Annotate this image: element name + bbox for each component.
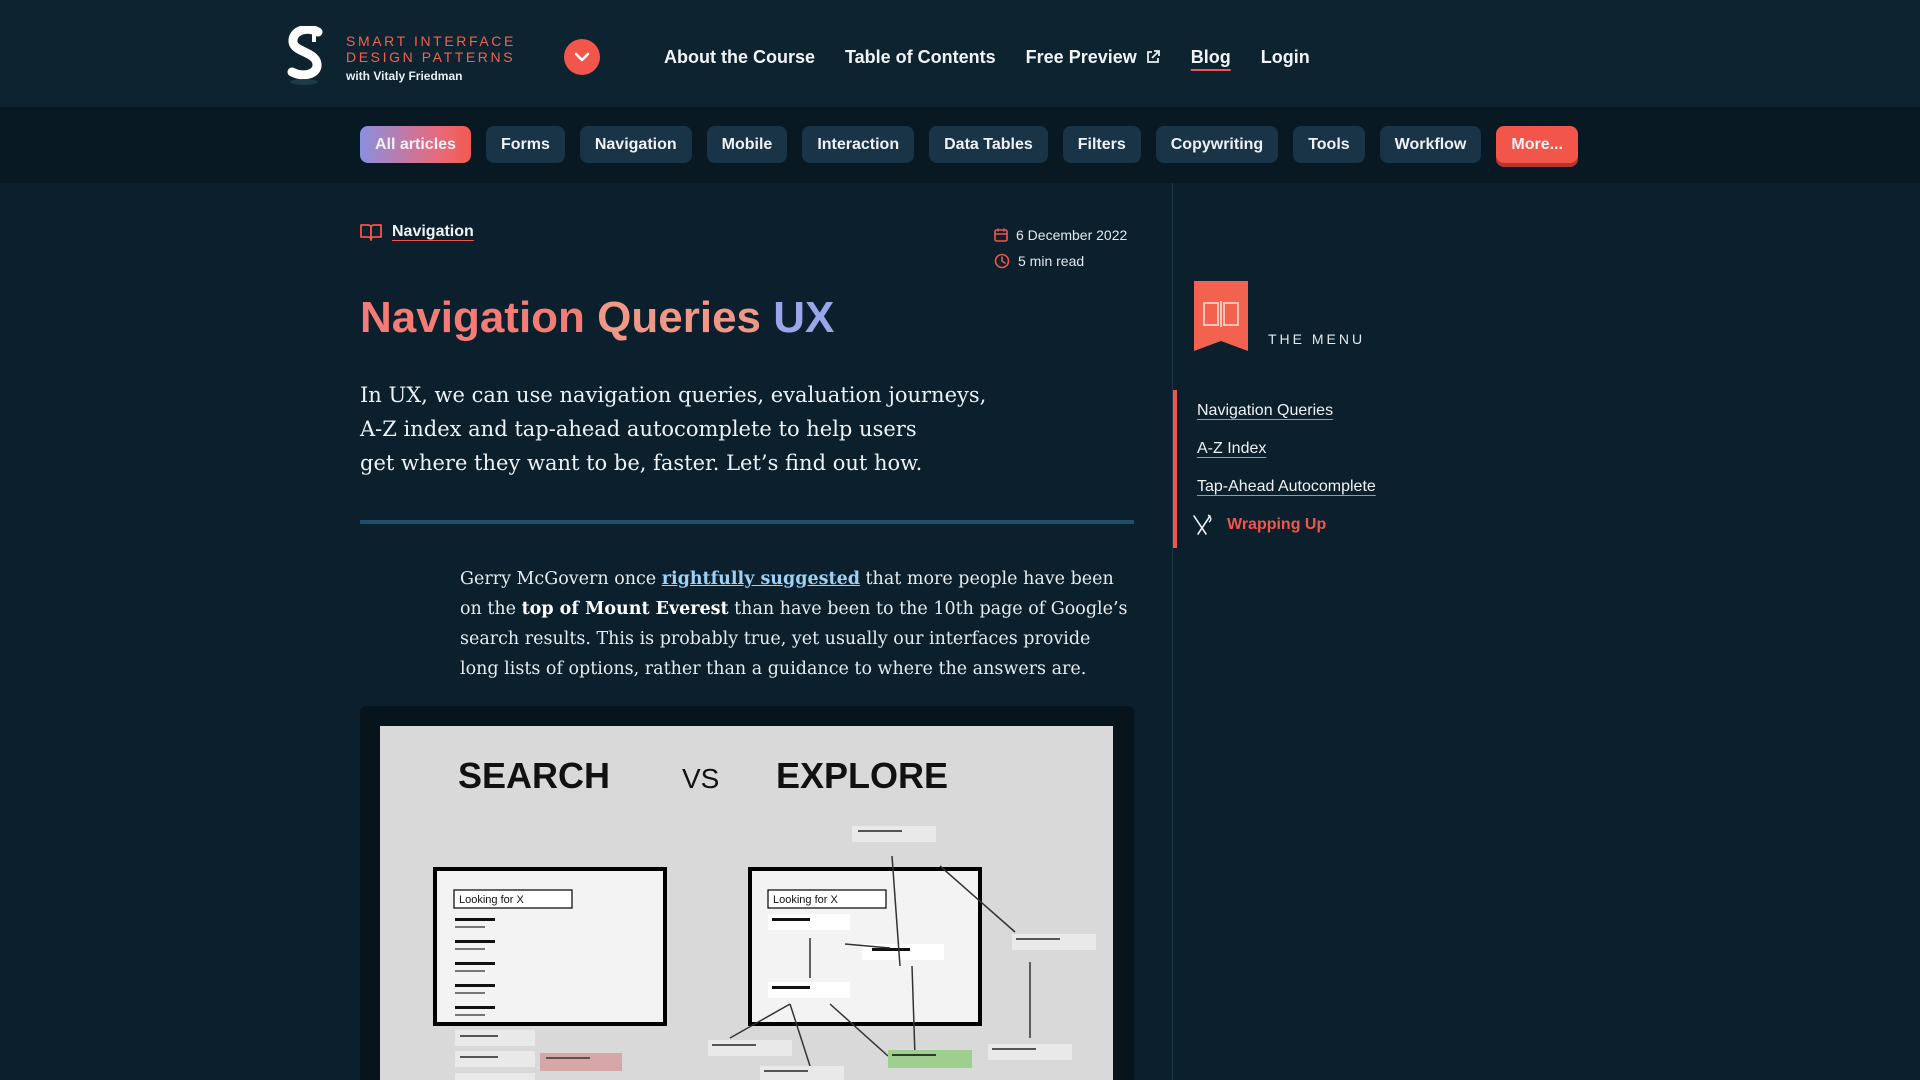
lead-line-1: In UX, we can use navigation queries, ev… — [360, 383, 987, 407]
fig-explore-label: EXPLORE — [776, 755, 948, 796]
fig-explore-field: Looking for X — [773, 894, 838, 906]
article-title: Navigation Queries UX — [360, 290, 834, 346]
para-bold-text: top of Mount Everest — [521, 599, 729, 619]
para-text: Gerry McGovern once — [460, 569, 662, 589]
fig-search-field: Looking for X — [459, 894, 524, 906]
category-bar: All articles Forms Navigation Mobile Int… — [0, 107, 1920, 183]
nav-toc[interactable]: Table of Contents — [845, 46, 996, 68]
para-line-4: long lists of options, rather than a gui… — [460, 659, 1087, 679]
category-filters[interactable]: Filters — [1062, 126, 1141, 163]
category-more-button[interactable]: More... — [1496, 126, 1578, 163]
toc-item-az-index[interactable]: A-Z Index — [1177, 430, 1433, 468]
fig-search-label: SEARCH — [458, 755, 610, 796]
nav-blog[interactable]: Blog — [1191, 46, 1231, 68]
nav-login[interactable]: Login — [1261, 46, 1310, 68]
main-nav: About the Course Table of Contents Free … — [664, 46, 1310, 68]
fig-vs-label: VS — [682, 763, 719, 794]
article-lead: In UX, we can use navigation queries, ev… — [360, 378, 1000, 480]
search-vs-explore-illustration: SEARCH VS EXPLORE Looking for X Looking … — [380, 726, 1113, 1080]
logo-s-icon — [284, 24, 330, 86]
logo-line-2: DESIGN PATTERNS — [346, 49, 516, 65]
nav-about-label: About the Course — [664, 47, 815, 67]
para-text: than have been to the 10th page of Googl… — [728, 599, 1128, 619]
nav-login-label: Login — [1260, 47, 1310, 67]
utensils-icon — [1193, 514, 1212, 535]
lead-line-3: get where they want to be, faster. Let’s… — [360, 451, 923, 475]
category-tools[interactable]: Tools — [1293, 126, 1365, 163]
sidebar-divider — [1172, 183, 1173, 1080]
category-copywriting[interactable]: Copywriting — [1155, 126, 1279, 163]
article-paragraph: Gerry McGovern once rightfully suggested… — [460, 564, 1128, 684]
menu-title: THE MENU — [1268, 331, 1366, 347]
category-workflow[interactable]: Workflow — [1379, 126, 1482, 163]
toc-item-label: A-Z Index — [1197, 440, 1267, 457]
book-icon — [360, 224, 382, 241]
category-forms[interactable]: Forms — [485, 126, 565, 163]
nav-blog-label: Blog — [1190, 47, 1231, 67]
external-link-icon — [1146, 50, 1160, 63]
lead-line-2: A-Z index and tap-ahead autocomplete to … — [360, 417, 917, 441]
article-category-link[interactable]: Navigation — [392, 223, 474, 241]
title-part-3: UX — [773, 293, 835, 342]
lead-divider — [360, 520, 1134, 524]
article-read-time: 5 min read — [1018, 253, 1085, 269]
toc-item-label: Tap-Ahead Autocomplete — [1197, 478, 1376, 495]
article-meta: 6 December 2022 5 min read — [994, 222, 1127, 274]
table-of-contents: Navigation Queries A-Z Index Tap-Ahead A… — [1173, 390, 1433, 548]
nav-toc-label: Table of Contents — [845, 47, 996, 67]
nav-free-preview[interactable]: Free Preview — [1026, 46, 1161, 68]
category-data-tables[interactable]: Data Tables — [929, 126, 1048, 163]
calendar-icon — [994, 228, 1008, 242]
rightfully-suggested-link[interactable]: rightfully suggested — [662, 569, 860, 589]
site-logo[interactable]: SMART INTERFACE DESIGN PATTERNS with Vit… — [284, 24, 516, 86]
category-mobile[interactable]: Mobile — [706, 126, 788, 163]
nav-free-preview-label: Free Preview — [1025, 47, 1137, 67]
article-figure: SEARCH VS EXPLORE Looking for X Looking … — [360, 706, 1134, 1080]
clock-icon — [994, 253, 1010, 269]
toc-item-wrapping-up[interactable]: Wrapping Up — [1177, 506, 1433, 544]
para-text: on the — [460, 599, 522, 619]
title-part-1: Navigation — [360, 293, 585, 342]
toc-item-label: Wrapping Up — [1227, 516, 1327, 533]
toc-item-label: Navigation Queries — [1197, 402, 1334, 419]
nav-about[interactable]: About the Course — [664, 46, 815, 68]
site-header: SMART INTERFACE DESIGN PATTERNS with Vit… — [0, 0, 1920, 107]
para-text: that more people have been — [859, 569, 1114, 589]
category-interaction[interactable]: Interaction — [802, 126, 915, 163]
toc-item-tap-ahead[interactable]: Tap-Ahead Autocomplete — [1177, 468, 1433, 506]
article-date: 6 December 2022 — [1016, 227, 1128, 243]
category-all-articles[interactable]: All articles — [360, 126, 471, 163]
para-line-3: search results. This is probably true, y… — [460, 629, 1091, 649]
chevron-down-icon — [574, 52, 590, 62]
menu-book-icon — [1194, 281, 1248, 351]
category-navigation[interactable]: Navigation — [579, 126, 692, 163]
title-part-2: Queries — [597, 293, 762, 342]
logo-line-3: with Vitaly Friedman — [346, 69, 463, 83]
logo-line-1: SMART INTERFACE — [346, 33, 516, 49]
menu-toggle-button[interactable] — [564, 39, 600, 75]
article-category: Navigation — [360, 223, 474, 241]
toc-item-navigation-queries[interactable]: Navigation Queries — [1177, 392, 1433, 430]
